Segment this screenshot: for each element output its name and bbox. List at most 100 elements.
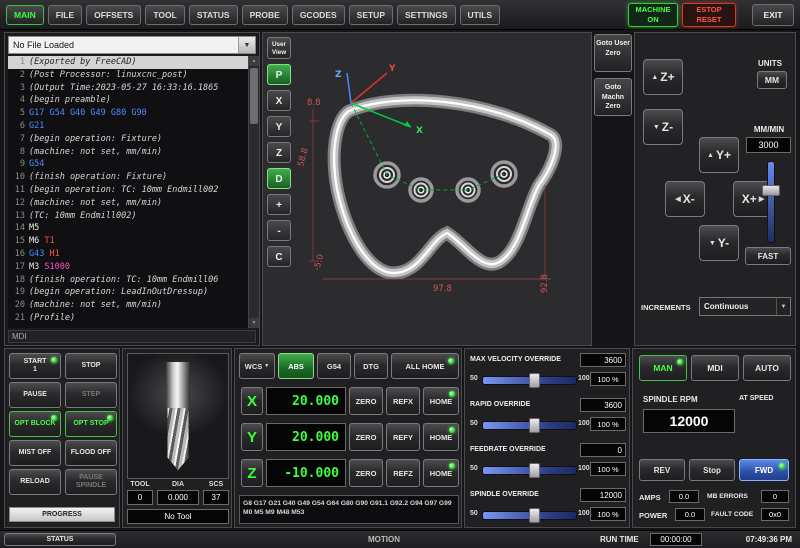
- zero-z-button[interactable]: ZERO: [349, 459, 383, 487]
- menu-utils[interactable]: UTILS: [460, 5, 501, 25]
- g54-button[interactable]: G54: [317, 353, 351, 379]
- home-z-button[interactable]: HOME: [423, 459, 459, 487]
- gcode-line-20[interactable]: 20(machine: not set, mm/min): [8, 299, 256, 312]
- view-button-d[interactable]: D: [267, 168, 291, 189]
- gcode-scrollbar[interactable]: ▲ ▼: [248, 56, 259, 328]
- estop-reset-button[interactable]: ESTOP RESET: [682, 3, 736, 27]
- gcode-line-3[interactable]: 3(Output Time:2023-05-27 16:33:16.1865: [8, 82, 256, 95]
- slider-handle[interactable]: [529, 463, 540, 478]
- opt-block-button[interactable]: OPT BLOCK: [9, 411, 61, 437]
- menu-tool[interactable]: TOOL: [145, 5, 184, 25]
- gcode-line-5[interactable]: 5G17 G54 G40 G49 G80 G90: [8, 107, 256, 120]
- view-button-minus[interactable]: -: [267, 220, 291, 241]
- jog-y-minus-button[interactable]: ▼Y-: [699, 225, 739, 261]
- view-button-x[interactable]: X: [267, 90, 291, 111]
- mdi-mode-button[interactable]: MDI: [691, 355, 739, 381]
- home-y-button[interactable]: HOME: [423, 423, 459, 451]
- gcode-line-12[interactable]: 12(machine: not set, mm/min): [8, 197, 256, 210]
- mdi-entry[interactable]: MDI: [8, 330, 256, 343]
- view-button-y[interactable]: Y: [267, 116, 291, 137]
- zero-x-button[interactable]: ZERO: [349, 387, 383, 415]
- stop-button[interactable]: STOP: [65, 353, 117, 379]
- menu-probe[interactable]: PROBE: [242, 5, 288, 25]
- max-velocity-slider[interactable]: [482, 374, 575, 385]
- pause-spindle-button[interactable]: PAUSE SPINDLE: [65, 469, 117, 495]
- man-mode-button[interactable]: MAN: [639, 355, 687, 381]
- start-button[interactable]: START 1: [9, 353, 61, 379]
- gcode-line-11[interactable]: 11(begin operation: TC: 10mm Endmill002: [8, 184, 256, 197]
- pause-button[interactable]: PAUSE: [9, 382, 61, 408]
- spindle-rev-button[interactable]: REV: [639, 459, 685, 481]
- slider-handle[interactable]: [762, 185, 780, 196]
- gcode-line-14[interactable]: 14M5: [8, 222, 256, 235]
- spindle-fwd-button[interactable]: FWD: [739, 459, 789, 481]
- increments-dropdown[interactable]: Continuous ▼: [699, 297, 791, 316]
- flood-button[interactable]: FLOOD OFF: [65, 440, 117, 466]
- gcode-line-10[interactable]: 10(finish operation: Fixture): [8, 171, 256, 184]
- step-button[interactable]: STEP: [65, 382, 117, 408]
- ref-z-button[interactable]: REFZ: [386, 459, 420, 487]
- menu-gcodes[interactable]: GCODES: [292, 5, 345, 25]
- gcode-line-2[interactable]: 2(Post Processor: linuxcnc_post): [8, 69, 256, 82]
- abs-button[interactable]: ABS: [278, 353, 314, 379]
- gcode-line-18[interactable]: 18(finish operation: TC: 10mm Endmill06: [8, 274, 256, 287]
- axis-y-button[interactable]: Y: [241, 423, 263, 451]
- slider-handle[interactable]: [529, 508, 540, 523]
- gcode-line-4[interactable]: 4(begin preamble): [8, 94, 256, 107]
- home-x-button[interactable]: HOME: [423, 387, 459, 415]
- spindle-override-slider[interactable]: [482, 509, 575, 520]
- slider-handle[interactable]: [529, 418, 540, 433]
- view-button-z[interactable]: Z: [267, 142, 291, 163]
- jog-z-minus-button[interactable]: ▼Z-: [643, 109, 683, 145]
- jog-speed-slider[interactable]: [763, 161, 777, 241]
- jog-x-minus-button[interactable]: ◀X-: [665, 181, 705, 217]
- goto-machine-zero-button[interactable]: Goto Machn Zero: [594, 78, 632, 116]
- view-button-plus[interactable]: +: [267, 194, 291, 215]
- fast-button[interactable]: FAST: [745, 247, 791, 265]
- ref-x-button[interactable]: REFX: [386, 387, 420, 415]
- gcode-view[interactable]: 1(Exported by FreeCAD)2(Post Processor: …: [8, 56, 256, 328]
- scrollbar-thumb[interactable]: [250, 68, 258, 124]
- gcode-line-8[interactable]: 8(machine: not set, mm/min): [8, 146, 256, 159]
- gcode-line-17[interactable]: 17M3 S1000: [8, 261, 256, 274]
- status-button[interactable]: STATUS: [4, 533, 116, 546]
- dtg-button[interactable]: DTG: [354, 353, 388, 379]
- opt-stop-button[interactable]: OPT STOP: [65, 411, 117, 437]
- menu-setup[interactable]: SETUP: [349, 5, 393, 25]
- toolpath-canvas[interactable]: X Y Z 8.8 58.8 -5.0 97.8 92.8: [263, 33, 591, 345]
- all-home-button[interactable]: ALL HOME: [391, 353, 459, 379]
- view-button-c[interactable]: C: [267, 246, 291, 267]
- goto-user-zero-button[interactable]: Goto User Zero: [594, 34, 632, 72]
- feedrate-override-slider[interactable]: [482, 464, 575, 475]
- axis-z-button[interactable]: Z: [241, 459, 263, 487]
- menu-status[interactable]: STATUS: [189, 5, 238, 25]
- reload-button[interactable]: RELOAD: [9, 469, 61, 495]
- gcode-line-7[interactable]: 7(begin operation: Fixture): [8, 133, 256, 146]
- menu-offsets[interactable]: OFFSETS: [86, 5, 141, 25]
- slider-handle[interactable]: [529, 373, 540, 388]
- view-button-user-view[interactable]: User View: [267, 37, 291, 59]
- auto-mode-button[interactable]: AUTO: [743, 355, 791, 381]
- gcode-line-21[interactable]: 21(Profile): [8, 312, 256, 325]
- gcode-line-6[interactable]: 6G21: [8, 120, 256, 133]
- machine-on-button[interactable]: MACHINE ON: [628, 3, 678, 27]
- scroll-up-icon[interactable]: ▲: [249, 56, 259, 66]
- menu-file[interactable]: FILE: [48, 5, 82, 25]
- menu-main[interactable]: MAIN: [6, 5, 44, 25]
- zero-y-button[interactable]: ZERO: [349, 423, 383, 451]
- axis-x-button[interactable]: X: [241, 387, 263, 415]
- gcode-line-13[interactable]: 13(TC: 10mm Endmill002): [8, 210, 256, 223]
- ref-y-button[interactable]: REFY: [386, 423, 420, 451]
- units-mm-button[interactable]: MM: [757, 71, 787, 89]
- exit-button[interactable]: EXIT: [752, 4, 794, 26]
- jog-y-plus-button[interactable]: ▲Y+: [699, 137, 739, 173]
- chevron-down-icon[interactable]: ▼: [238, 37, 255, 53]
- spindle-stop-button[interactable]: Stop: [689, 459, 735, 481]
- gcode-line-15[interactable]: 15M6 T1: [8, 235, 256, 248]
- gcode-line-9[interactable]: 9G54: [8, 158, 256, 171]
- menu-settings[interactable]: SETTINGS: [397, 5, 456, 25]
- view-button-p[interactable]: P: [267, 64, 291, 85]
- wcs-dropdown-button[interactable]: WCS▼: [239, 353, 275, 379]
- scroll-down-icon[interactable]: ▼: [249, 318, 259, 328]
- mist-button[interactable]: MIST OFF: [9, 440, 61, 466]
